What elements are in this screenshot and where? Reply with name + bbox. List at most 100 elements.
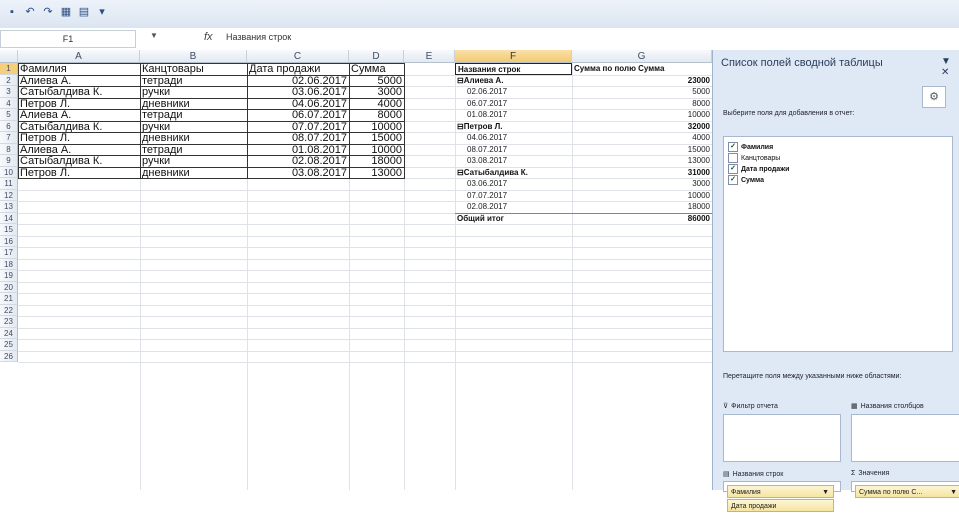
pivot-row-value[interactable]: 15000 bbox=[572, 144, 712, 156]
table-cell[interactable]: Алиева А. bbox=[18, 109, 140, 120]
table-cell[interactable]: ручки bbox=[140, 121, 247, 132]
table-cell[interactable]: 03.08.2017 bbox=[247, 167, 349, 178]
pivot-row-label[interactable]: 08.07.2017 bbox=[455, 144, 572, 156]
table-cell[interactable]: Алиева А. bbox=[18, 75, 140, 86]
pivot-row-value[interactable]: 18000 bbox=[572, 201, 712, 213]
pivot-row-value[interactable]: 86000 bbox=[572, 213, 712, 225]
row-header-24[interactable]: 24 bbox=[0, 327, 18, 339]
table-cell[interactable]: 07.07.2017 bbox=[247, 121, 349, 132]
table-cell[interactable]: 3000 bbox=[349, 86, 404, 97]
chevron-down-icon[interactable]: ▼ bbox=[150, 31, 158, 40]
table-cell[interactable]: 01.08.2017 bbox=[247, 144, 349, 155]
table-cell[interactable]: 8000 bbox=[349, 109, 404, 120]
table-cell[interactable]: Сатыбалдива К. bbox=[18, 121, 140, 132]
pivot-row-value[interactable]: 10000 bbox=[572, 109, 712, 121]
row-header-10[interactable]: 10 bbox=[0, 166, 18, 178]
row-header-22[interactable]: 22 bbox=[0, 304, 18, 316]
panel-menu-icon[interactable]: ▼ ✕ bbox=[941, 56, 959, 78]
table-header-cell[interactable]: Фамилия bbox=[18, 63, 140, 74]
chevron-down-icon[interactable]: ▼ bbox=[822, 486, 829, 499]
checkbox-icon[interactable]: ✓ bbox=[728, 142, 738, 152]
checkbox-icon[interactable] bbox=[728, 153, 738, 163]
table-cell[interactable]: 4000 bbox=[349, 98, 404, 109]
row-header-25[interactable]: 25 bbox=[0, 339, 18, 351]
table-cell[interactable]: 03.06.2017 bbox=[247, 86, 349, 97]
save-icon[interactable]: ▪ bbox=[6, 6, 18, 18]
table-cell[interactable]: Сатыбалдива К. bbox=[18, 86, 140, 97]
value-chip-sum[interactable]: Сумма по полю С... ▼ bbox=[855, 485, 959, 498]
fx-icon[interactable]: fx bbox=[204, 31, 213, 43]
pivot-row-label[interactable]: ⊟Петров Л. bbox=[455, 121, 572, 133]
column-header-g[interactable]: G bbox=[572, 50, 712, 63]
row-header-21[interactable]: 21 bbox=[0, 293, 18, 305]
table-cell[interactable]: ручки bbox=[140, 155, 247, 166]
row-header-12[interactable]: 12 bbox=[0, 189, 18, 201]
redo-icon[interactable]: ↷ bbox=[42, 6, 54, 18]
row-header-15[interactable]: 15 bbox=[0, 224, 18, 236]
select-all-corner[interactable] bbox=[0, 50, 18, 63]
spreadsheet-grid[interactable]: A B C D E F G 1 2 3 4 5 6 7 8 9 10 11 12 13 14 15 16 17 18 19 20 21… bbox=[0, 50, 712, 490]
table-cell[interactable]: Петров Л. bbox=[18, 132, 140, 143]
row-header-2[interactable]: 2 bbox=[0, 74, 18, 86]
table-cell[interactable]: 04.06.2017 bbox=[247, 98, 349, 109]
table-header-cell[interactable]: Дата продажи bbox=[247, 63, 349, 74]
chevron-down-icon[interactable]: ▼ bbox=[950, 486, 957, 499]
checkbox-icon[interactable]: ✓ bbox=[728, 164, 738, 174]
row-header-1[interactable]: 1 bbox=[0, 63, 18, 75]
row-header-5[interactable]: 5 bbox=[0, 109, 18, 121]
pivot-row-labels-header[interactable]: Названия строк bbox=[455, 63, 572, 75]
table-cell[interactable]: тетради bbox=[140, 144, 247, 155]
row-header-8[interactable]: 8 bbox=[0, 143, 18, 155]
table-cell[interactable]: 13000 bbox=[349, 167, 404, 178]
field-item[interactable]: ✓ Дата продажи bbox=[728, 164, 789, 174]
column-header-b[interactable]: B bbox=[140, 50, 247, 63]
column-header-a[interactable]: A bbox=[18, 50, 140, 63]
table-cell[interactable]: Алиева А. bbox=[18, 144, 140, 155]
undo-icon[interactable]: ↶ bbox=[24, 6, 36, 18]
table-header-cell[interactable]: Канцтовары bbox=[140, 63, 247, 74]
report-filter-area[interactable] bbox=[723, 414, 841, 462]
row-header-7[interactable]: 7 bbox=[0, 132, 18, 144]
pivot-row-label[interactable]: 03.06.2017 bbox=[455, 178, 572, 190]
checkbox-icon[interactable]: ✓ bbox=[728, 175, 738, 185]
customize-toolbar-icon[interactable]: ▾ bbox=[96, 6, 108, 18]
table-cell[interactable]: тетради bbox=[140, 109, 247, 120]
row-header-13[interactable]: 13 bbox=[0, 201, 18, 213]
row-labels-area[interactable]: Фамилия ▼ Дата продажи bbox=[723, 481, 841, 512]
column-header-c[interactable]: C bbox=[247, 50, 349, 63]
row-header-9[interactable]: 9 bbox=[0, 155, 18, 167]
column-header-d[interactable]: D bbox=[349, 50, 404, 63]
pivot-row-label[interactable]: Общий итог bbox=[455, 213, 572, 225]
chart-icon[interactable]: ▤ bbox=[78, 6, 90, 18]
pivot-row-value[interactable]: 31000 bbox=[572, 167, 712, 179]
pivot-row-label[interactable]: ⊟Алиева А. bbox=[455, 75, 572, 87]
row-header-6[interactable]: 6 bbox=[0, 120, 18, 132]
name-box[interactable]: F1 bbox=[0, 30, 136, 48]
table-cell[interactable]: 10000 bbox=[349, 144, 404, 155]
pivot-row-label[interactable]: 02.06.2017 bbox=[455, 86, 572, 98]
row-header-20[interactable]: 20 bbox=[0, 281, 18, 293]
pivot-row-label[interactable]: 06.07.2017 bbox=[455, 98, 572, 110]
table-cell[interactable]: 18000 bbox=[349, 155, 404, 166]
row-header-4[interactable]: 4 bbox=[0, 97, 18, 109]
row-chip-surname[interactable]: Фамилия ▼ bbox=[727, 485, 834, 498]
row-header-3[interactable]: 3 bbox=[0, 86, 18, 98]
row-header-19[interactable]: 19 bbox=[0, 270, 18, 282]
table-cell[interactable]: Петров Л. bbox=[18, 167, 140, 178]
row-chip-date[interactable]: Дата продажи bbox=[727, 499, 834, 512]
formula-input[interactable]: Названия строк bbox=[226, 32, 291, 42]
pivot-row-value[interactable]: 3000 bbox=[572, 178, 712, 190]
column-header-f[interactable]: F bbox=[455, 50, 572, 63]
table-cell[interactable]: Петров Л. bbox=[18, 98, 140, 109]
pivot-row-label[interactable]: 07.07.2017 bbox=[455, 190, 572, 202]
table-cell[interactable]: ручки bbox=[140, 86, 247, 97]
pivot-row-value[interactable]: 4000 bbox=[572, 132, 712, 144]
table-cell[interactable]: 06.07.2017 bbox=[247, 109, 349, 120]
row-header-17[interactable]: 17 bbox=[0, 247, 18, 259]
pivot-row-label[interactable]: 02.08.2017 bbox=[455, 201, 572, 213]
layout-settings-icon[interactable]: ⚙ bbox=[922, 86, 946, 108]
row-header-18[interactable]: 18 bbox=[0, 258, 18, 270]
pivot-row-label[interactable]: 01.08.2017 bbox=[455, 109, 572, 121]
table-header-cell[interactable]: Сумма bbox=[349, 63, 404, 74]
field-item[interactable]: ✓ Фамилия bbox=[728, 142, 773, 152]
